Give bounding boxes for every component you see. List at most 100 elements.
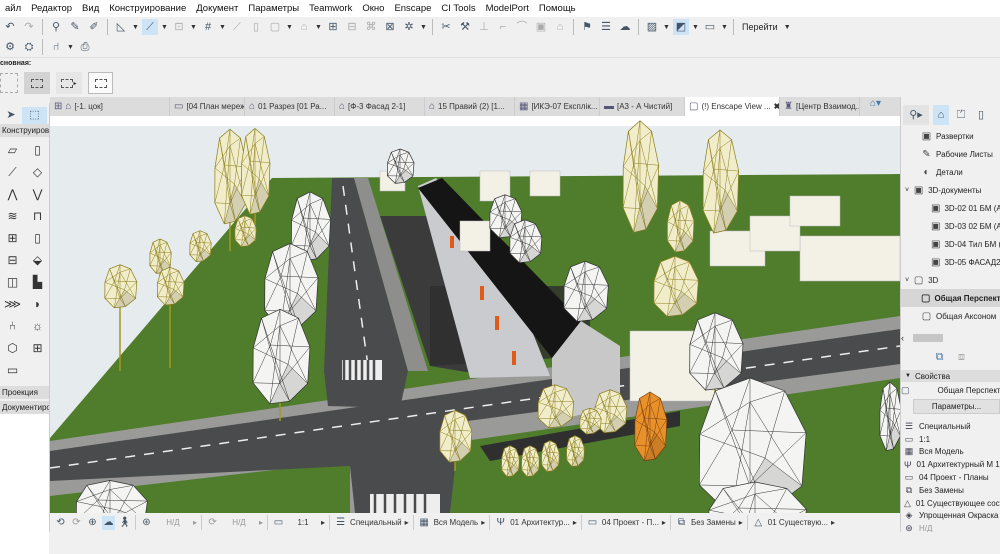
pen-icon[interactable]: ⟋ — [229, 19, 245, 35]
eyedropper-icon[interactable]: ✎ — [67, 19, 83, 35]
property-row[interactable]: ▦Вся Модель — [901, 446, 1000, 459]
wall-end-tool-icon[interactable]: ▭ — [0, 360, 25, 380]
arrange-icon[interactable]: ⊠ — [382, 19, 398, 35]
zone-tool-icon[interactable]: ▙ — [25, 272, 50, 292]
expand-chevron-icon[interactable]: ˅ — [905, 277, 909, 284]
menu-item[interactable]: Конструирование — [104, 3, 191, 14]
navigator-item[interactable]: ˅▢3D — [901, 271, 1000, 289]
navigator-options-icon[interactable]: ⚲▸ — [903, 105, 929, 125]
marquee-story-button[interactable] — [24, 72, 50, 94]
orbit-icon[interactable]: ☁ — [102, 516, 115, 530]
navigator-item[interactable]: ✎Рабочие Листы — [901, 145, 1000, 163]
status-scale[interactable]: 1:1 — [288, 518, 318, 527]
wall-icon[interactable]: ▯ — [248, 19, 264, 35]
new-view-icon[interactable]: ⧉ — [932, 349, 948, 365]
image-icon[interactable]: ▨ — [644, 19, 660, 35]
navigator-item[interactable]: ▢Общая Аксоном — [901, 307, 1000, 325]
door-tool-icon[interactable]: ▯ — [25, 228, 50, 248]
mesh-tool-icon[interactable]: ⋙ — [0, 294, 25, 314]
menu-item[interactable]: Документ — [191, 3, 243, 14]
trim-icon[interactable]: ⊥ — [476, 19, 492, 35]
scissors-icon[interactable]: ✂ — [438, 19, 454, 35]
column-tool-icon[interactable]: ▯ — [25, 140, 50, 160]
roof-tool-icon[interactable]: ⋀ — [0, 184, 25, 204]
lock-icon[interactable]: ⌂ — [296, 19, 312, 35]
find-select-icon[interactable]: ⚲ — [48, 19, 64, 35]
menu-item[interactable]: Параметры — [243, 3, 304, 14]
zoom-fit-icon[interactable]: ⟳ — [70, 516, 83, 530]
property-row[interactable]: ☰Специальный — [901, 420, 1000, 433]
status-rotate[interactable]: Н/Д — [222, 518, 256, 527]
zoom-out-icon[interactable]: ⟲ — [54, 516, 67, 530]
scroll-left-icon[interactable]: ‹ — [901, 333, 913, 343]
beam-tool-icon[interactable]: ⟋ — [0, 162, 25, 182]
lamp-tool-icon[interactable]: ☼ — [25, 316, 50, 336]
settings-icon[interactable]: ⚙ — [2, 39, 18, 55]
frame-icon[interactable]: ▢ — [267, 19, 283, 35]
tab[interactable]: ▢(!) Enscape View ...✖ — [685, 97, 780, 116]
property-row[interactable]: ⊛Н/Д — [901, 522, 1000, 532]
menu-item[interactable]: Вид — [77, 3, 104, 14]
morph-tool-icon[interactable]: ◗ — [25, 294, 50, 314]
menu-item[interactable]: ModelPort — [481, 3, 534, 14]
status-renovation[interactable]: 01 Существую... — [768, 518, 828, 527]
navigator-item[interactable]: ▣3D-02 01 БМ (Авт — [901, 199, 1000, 217]
toolbox-section-design[interactable]: Конструирова — [0, 124, 49, 137]
navigator-item[interactable]: ˅▣3D-документы — [901, 181, 1000, 199]
menu-item[interactable]: Окно — [357, 3, 389, 14]
3d-view-icon[interactable]: ◩ — [673, 19, 689, 35]
toolbox-section-viewpoint[interactable]: Проекция — [0, 386, 49, 399]
shell-tool-icon[interactable]: ⋁ — [25, 184, 50, 204]
explode-icon[interactable]: ⌘ — [363, 19, 379, 35]
status-model[interactable]: Вся Модель — [434, 518, 479, 527]
slab-tool-icon[interactable]: ◇ — [25, 162, 50, 182]
marquee-all-button[interactable]: ▸ — [56, 72, 82, 94]
undo-icon[interactable]: ↶ — [2, 19, 18, 35]
expand-chevron-icon[interactable]: ˅ — [905, 187, 909, 194]
status-layers[interactable]: Специальный — [350, 518, 402, 527]
menu-item[interactable]: CI Tools — [436, 3, 480, 14]
menu-item[interactable]: Редактор — [26, 3, 77, 14]
goto-menu[interactable]: Перейти — [739, 22, 781, 32]
navigator-item[interactable]: ▣3D-03 02 БМ (Авт — [901, 217, 1000, 235]
tile-views-icon[interactable]: ⊞ — [54, 101, 62, 112]
tab[interactable]: ▬[А3 - А Чистий] — [600, 97, 685, 116]
window-icon[interactable]: ▭ — [702, 19, 718, 35]
grid-icon[interactable]: # — [200, 19, 216, 35]
tab[interactable]: ⌂01 Разрез [01 Ра... — [245, 97, 335, 116]
toolbox-section-document[interactable]: Документиров — [0, 401, 49, 414]
tab[interactable]: ▦[ИКЭ-07 Експлік... — [515, 97, 600, 116]
property-row[interactable]: Ψ01 Архитектурный М 1:10 — [901, 458, 1000, 471]
status-override[interactable]: Без Замены — [691, 518, 736, 527]
menu-item[interactable]: Помощь — [534, 3, 581, 14]
navigator-item[interactable]: ▣Развертки — [901, 127, 1000, 145]
chair-tool-icon[interactable]: ⑃ — [0, 316, 25, 336]
ungroup-icon[interactable]: ⊟ — [344, 19, 360, 35]
object-tool-icon[interactable]: ◫ — [0, 272, 25, 292]
guide-line-icon[interactable]: ⟋ — [142, 19, 158, 35]
menu-item[interactable]: Teamwork — [304, 3, 357, 14]
syringe-icon[interactable]: ✐ — [86, 19, 102, 35]
magic-wand-icon[interactable]: ⚒ — [457, 19, 473, 35]
marquee-rect-button[interactable] — [88, 72, 113, 94]
status-zoom[interactable]: Н/Д — [156, 518, 190, 527]
navigator-item[interactable]: ▢Общая Перспект — [901, 289, 1000, 307]
parameters-button[interactable]: Параметры... — [913, 399, 1000, 414]
gravity-icon[interactable]: ⊡ — [171, 19, 187, 35]
property-row[interactable]: ▭04 Проект - Планы — [901, 471, 1000, 484]
sun-icon[interactable]: ✲ — [401, 19, 417, 35]
tab[interactable]: ⌂15 Правий (2) [1... — [425, 97, 515, 116]
tab[interactable]: ⊞⌂[-1. цок] — [50, 97, 170, 116]
walk-icon[interactable]: 🚶︎ — [118, 516, 131, 530]
flag-list-icon[interactable]: ☰ — [598, 19, 614, 35]
tab[interactable]: ▭[04 План мереж] — [170, 97, 245, 116]
navigator-item[interactable]: ▣3D-04 Тил БМ (Ав — [901, 235, 1000, 253]
view-settings-icon[interactable]: ⧈ — [954, 349, 970, 365]
arrow-tool-icon[interactable]: ➤ — [0, 107, 22, 123]
offset-icon[interactable]: ▣ — [533, 19, 549, 35]
navigator-item[interactable]: ▣3D-05 ФАСАД2 (А — [901, 253, 1000, 271]
group-icon[interactable]: ⊞ — [325, 19, 341, 35]
publish-icon[interactable]: ⎙ — [77, 39, 93, 55]
window-tool-icon[interactable]: ⊟ — [0, 250, 25, 270]
collapse-icon[interactable]: ▼ — [905, 373, 911, 379]
